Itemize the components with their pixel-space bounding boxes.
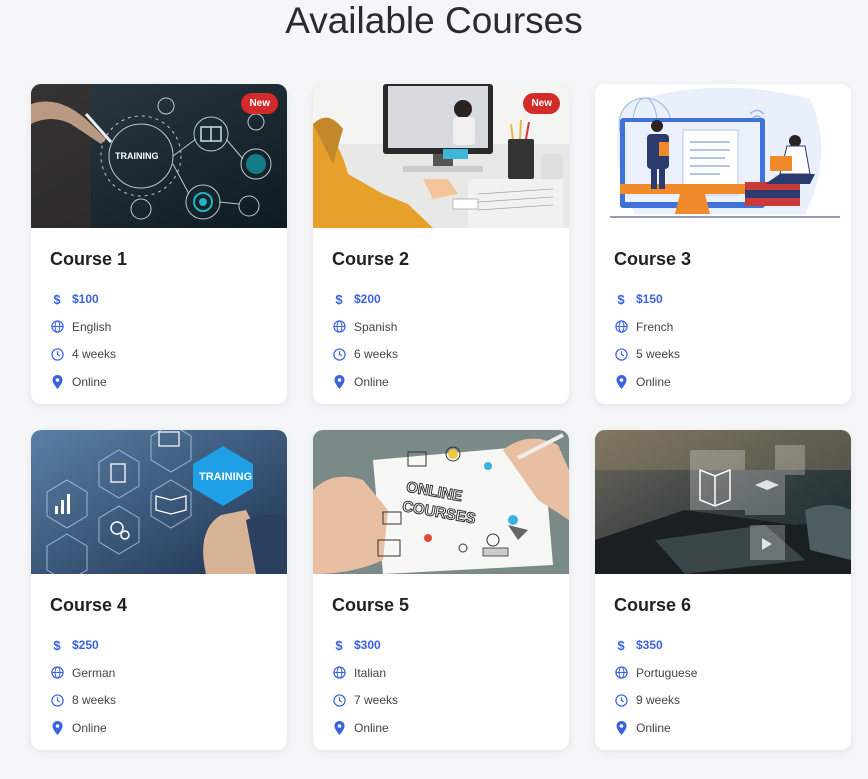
price-value: $350 <box>636 638 663 652</box>
clock-icon <box>614 347 628 361</box>
price-value: $250 <box>72 638 99 652</box>
course-duration: 4 weeks <box>50 345 268 363</box>
training-text: TRAINING <box>199 471 252 483</box>
course-language: English <box>50 318 268 336</box>
dollar-icon: $ <box>617 291 625 307</box>
location-pin-icon <box>614 374 628 389</box>
course-location: Online <box>614 719 832 737</box>
language-value: Portuguese <box>636 665 698 680</box>
globe-icon <box>50 666 64 680</box>
language-value: Spanish <box>354 319 398 334</box>
location-value: Online <box>354 720 389 735</box>
course-card[interactable]: New Course 2 $ $200 Spanish 6 weeks Onli… <box>313 84 569 404</box>
language-value: French <box>636 319 674 334</box>
course-language: Spanish <box>332 318 550 336</box>
clock-icon <box>332 347 346 361</box>
course-location: Online <box>50 719 268 737</box>
clock-icon <box>614 693 628 707</box>
new-badge: New <box>523 93 560 114</box>
location-value: Online <box>354 374 389 389</box>
course-duration: 6 weeks <box>332 345 550 363</box>
course-location: Online <box>332 719 550 737</box>
language-value: Italian <box>354 665 387 680</box>
course-duration: 9 weeks <box>614 691 832 709</box>
course-card[interactable]: Course 3 $ $150 French 5 weeks Online <box>595 84 851 404</box>
price-value: $300 <box>354 638 381 652</box>
globe-icon <box>614 666 628 680</box>
location-value: Online <box>636 720 671 735</box>
clock-icon <box>332 693 346 707</box>
duration-value: 6 weeks <box>354 347 399 361</box>
language-value: English <box>72 319 112 334</box>
dollar-icon: $ <box>335 291 343 307</box>
course-image <box>595 84 851 228</box>
course-duration: 5 weeks <box>614 345 832 363</box>
course-title: Course 2 <box>332 249 410 269</box>
new-badge: New <box>241 93 278 114</box>
course-price: $ $250 <box>50 636 268 654</box>
course-location: Online <box>50 373 268 391</box>
location-pin-icon <box>50 374 64 389</box>
course-image: TRAINING <box>31 430 287 574</box>
course-title: Course 4 <box>50 595 128 615</box>
course-language: Portuguese <box>614 664 832 682</box>
location-value: Online <box>72 374 107 389</box>
dollar-icon: $ <box>335 637 343 653</box>
globe-icon <box>50 320 64 334</box>
price-value: $100 <box>72 292 99 306</box>
duration-value: 7 weeks <box>354 693 399 707</box>
duration-value: 4 weeks <box>72 347 117 361</box>
course-language: Italian <box>332 664 550 682</box>
course-location: Online <box>332 373 550 391</box>
course-card[interactable]: ONLINE COURSES Course 5 $ $300 Italian 7… <box>313 430 569 750</box>
location-value: Online <box>72 720 107 735</box>
dollar-icon: $ <box>53 637 61 653</box>
course-duration: 7 weeks <box>332 691 550 709</box>
course-price: $ $300 <box>332 636 550 654</box>
location-pin-icon <box>614 720 628 735</box>
course-price: $ $150 <box>614 290 832 308</box>
course-price: $ $100 <box>50 290 268 308</box>
price-value: $200 <box>354 292 381 306</box>
duration-value: 8 weeks <box>72 693 117 707</box>
course-title: Course 1 <box>50 249 128 269</box>
course-duration: 8 weeks <box>50 691 268 709</box>
location-value: Online <box>636 374 671 389</box>
course-price: $ $350 <box>614 636 832 654</box>
course-price: $ $200 <box>332 290 550 308</box>
course-image <box>595 430 851 574</box>
dollar-icon: $ <box>617 637 625 653</box>
price-value: $150 <box>636 292 663 306</box>
location-pin-icon <box>332 720 346 735</box>
clock-icon <box>50 693 64 707</box>
globe-icon <box>332 666 346 680</box>
course-image: New <box>313 84 569 228</box>
globe-icon <box>614 320 628 334</box>
globe-icon <box>332 320 346 334</box>
language-value: German <box>72 665 116 680</box>
course-title: Course 5 <box>332 595 410 615</box>
training-text: TRAINING <box>115 151 159 161</box>
course-title: Course 3 <box>614 249 692 269</box>
location-pin-icon <box>50 720 64 735</box>
course-location: Online <box>614 373 832 391</box>
duration-value: 9 weeks <box>636 693 681 707</box>
course-image: TRAINING New <box>31 84 287 228</box>
clock-icon <box>50 347 64 361</box>
course-image: ONLINE COURSES <box>313 430 569 574</box>
course-card[interactable]: Course 6 $ $350 Portuguese 9 weeks Onlin… <box>595 430 851 750</box>
page-title: Available Courses <box>285 0 583 41</box>
course-card[interactable]: TRAINING New Course 1 $ $100 English 4 w… <box>31 84 287 404</box>
course-language: French <box>614 318 832 336</box>
course-card[interactable]: TRAINING Course 4 $ $250 German 8 weeks … <box>31 430 287 750</box>
course-title: Course 6 <box>614 595 692 615</box>
course-language: German <box>50 664 268 682</box>
location-pin-icon <box>332 374 346 389</box>
course-grid: TRAINING New Course 1 $ $100 English 4 w… <box>31 84 851 750</box>
dollar-icon: $ <box>53 291 61 307</box>
duration-value: 5 weeks <box>636 347 681 361</box>
